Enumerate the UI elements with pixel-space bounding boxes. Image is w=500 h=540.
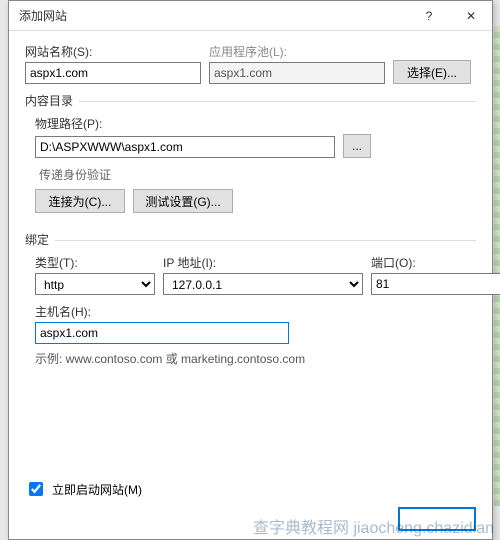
test-settings-button[interactable]: 测试设置(G)... <box>133 189 233 213</box>
binding-type-select[interactable]: http <box>35 273 155 295</box>
close-icon: ✕ <box>466 9 476 23</box>
binding-ip-label: IP 地址(I): <box>163 254 363 271</box>
titlebar: 添加网站 ? ✕ <box>9 1 492 31</box>
add-website-dialog: 添加网站 ? ✕ 网站名称(S): 应用程序池(L): 选择(E)... 内容目… <box>8 0 493 540</box>
dialog-buttons <box>398 507 476 531</box>
host-name-label: 主机名(H): <box>35 303 476 320</box>
physical-path-label: 物理路径(P): <box>35 115 476 132</box>
help-icon: ? <box>426 9 433 23</box>
auth-passthrough-label: 传递身份验证 <box>39 166 476 183</box>
binding-group: 类型(T): http IP 地址(I): 127.0.0.1 端口(O): <box>25 254 476 367</box>
host-name-example: 示例: www.contoso.com 或 marketing.contoso.… <box>35 350 476 367</box>
binding-ip-select[interactable]: 127.0.0.1 <box>163 273 363 295</box>
site-name-input[interactable] <box>25 62 201 84</box>
select-app-pool-button[interactable]: 选择(E)... <box>393 60 471 84</box>
binding-type-label: 类型(T): <box>35 254 155 271</box>
binding-port-input[interactable] <box>371 273 500 295</box>
binding-group-label: 绑定 <box>25 231 476 248</box>
connect-as-button[interactable]: 连接为(C)... <box>35 189 125 213</box>
dialog-title: 添加网站 <box>19 7 408 24</box>
content-dir-group-label: 内容目录 <box>25 92 476 109</box>
physical-path-input[interactable] <box>35 136 335 158</box>
close-button[interactable]: ✕ <box>450 1 492 31</box>
binding-port-label: 端口(O): <box>371 254 500 271</box>
site-row: 网站名称(S): 应用程序池(L): 选择(E)... <box>25 43 476 84</box>
dialog-body: 网站名称(S): 应用程序池(L): 选择(E)... 内容目录 物理路径(P)… <box>9 31 492 375</box>
app-pool-label: 应用程序池(L): <box>209 43 385 60</box>
ok-button[interactable] <box>398 507 476 531</box>
start-now-checkbox[interactable] <box>29 482 43 496</box>
help-button[interactable]: ? <box>408 1 450 31</box>
host-name-input[interactable] <box>35 322 289 344</box>
start-now-label: 立即启动网站(M) <box>52 481 142 498</box>
browse-path-button[interactable]: ... <box>343 134 371 158</box>
content-dir-group: 物理路径(P): ... 传递身份验证 连接为(C)... 测试设置(G)... <box>25 115 476 213</box>
site-name-label: 网站名称(S): <box>25 43 201 60</box>
app-pool-input <box>209 62 385 84</box>
start-now-row[interactable]: 立即启动网站(M) <box>25 479 142 499</box>
footer: 立即启动网站(M) <box>25 479 142 499</box>
